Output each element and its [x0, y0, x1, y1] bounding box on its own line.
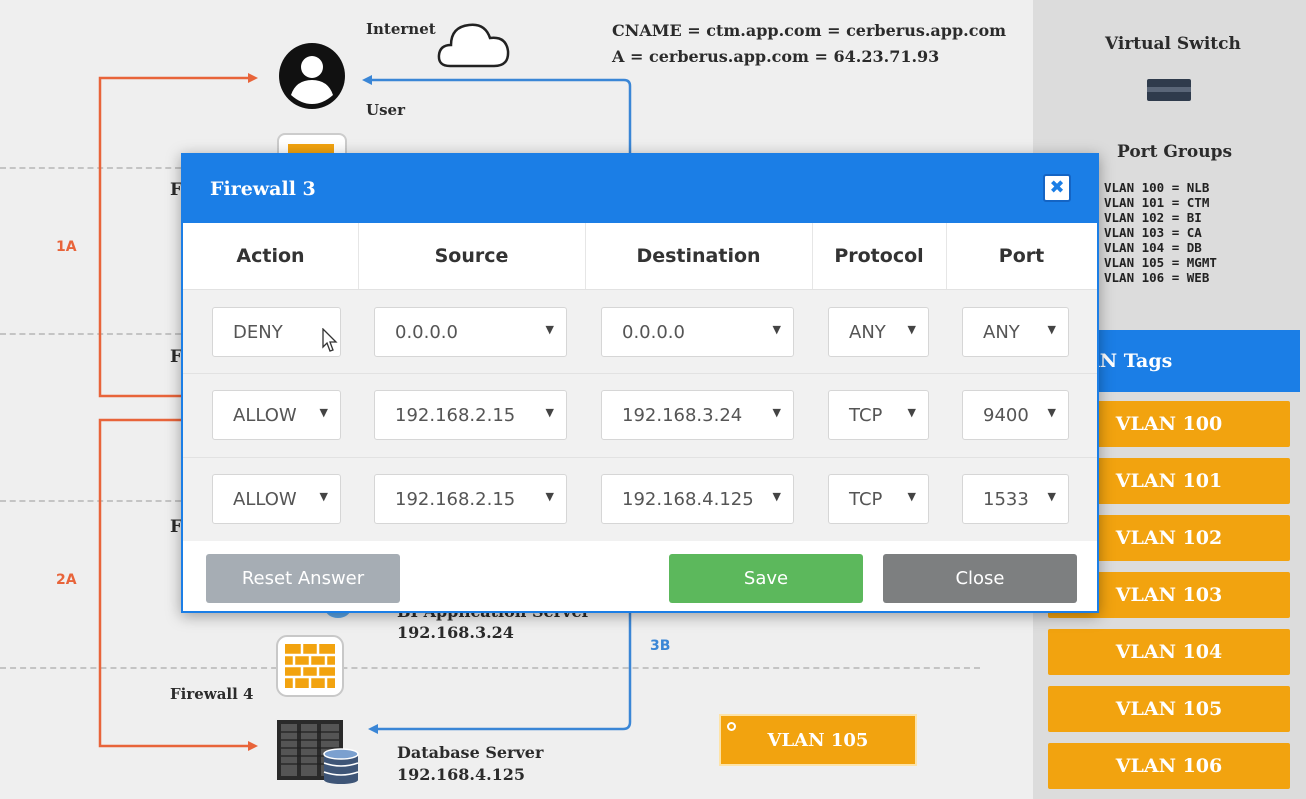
protocol-select[interactable]: TCP ▼: [828, 474, 929, 524]
internet-label: Internet: [366, 20, 436, 38]
table-header-row: Action Source Destination Protocol Port: [183, 223, 1097, 289]
chevron-down-icon: ▼: [907, 406, 916, 419]
reset-answer-button[interactable]: Reset Answer: [206, 554, 400, 603]
assigned-vlan-tag[interactable]: VLAN 105: [719, 714, 917, 766]
vlan-tag-104[interactable]: VLAN 104: [1048, 629, 1290, 675]
column-header-action: Action: [183, 223, 359, 289]
destination-value: 0.0.0.0: [622, 321, 685, 343]
path-label-3b: 3B: [650, 638, 671, 654]
virtual-switch-label: Virtual Switch: [1105, 34, 1241, 54]
column-header-source: Source: [358, 223, 586, 289]
port-value: 9400: [983, 404, 1029, 426]
column-header-destination: Destination: [585, 223, 813, 289]
assigned-vlan-label: VLAN 105: [767, 729, 869, 751]
destination-select[interactable]: 0.0.0.0 ▼: [601, 307, 794, 357]
destination-select[interactable]: 192.168.3.24 ▼: [601, 390, 794, 440]
close-button[interactable]: Close: [883, 554, 1077, 603]
protocol-value: TCP: [849, 404, 883, 426]
chevron-down-icon: ▼: [319, 406, 328, 419]
source-select[interactable]: 192.168.2.15 ▼: [374, 390, 567, 440]
port-select[interactable]: 9400 ▼: [962, 390, 1069, 440]
action-select[interactable]: ALLOW ▼: [212, 474, 341, 524]
cursor-icon: [322, 328, 338, 352]
port-select[interactable]: ANY ▼: [962, 307, 1069, 357]
table-row: ALLOW ▼ 192.168.2.15 ▼ 192.168.3.24 ▼ TCP ▼ …: [183, 373, 1097, 457]
switch-icon: [1147, 79, 1191, 101]
action-value: DENY: [233, 321, 283, 343]
chevron-down-icon: ▼: [907, 490, 916, 503]
chevron-down-icon: ▼: [545, 490, 554, 503]
port-group-item: VLAN 102 = BI: [1104, 210, 1202, 225]
protocol-value: ANY: [849, 321, 886, 343]
source-select[interactable]: 0.0.0.0 ▼: [374, 307, 567, 357]
server-icon: [277, 720, 359, 784]
db-server-ip: 192.168.4.125: [397, 765, 526, 784]
port-group-item: VLAN 101 = CTM: [1104, 195, 1210, 210]
save-button[interactable]: Save: [669, 554, 863, 603]
chevron-down-icon: ▼: [907, 323, 916, 336]
source-select[interactable]: 192.168.2.15 ▼: [374, 474, 567, 524]
dialog-title: Firewall 3: [210, 178, 316, 200]
cloud-icon: [437, 23, 510, 68]
port-value: 1533: [983, 488, 1029, 510]
firewall-icon: [276, 635, 344, 697]
dialog-header: Firewall 3 ✖: [183, 155, 1097, 223]
source-value: 192.168.2.15: [395, 488, 516, 510]
protocol-select[interactable]: ANY ▼: [828, 307, 929, 357]
action-select[interactable]: DENY: [212, 307, 341, 357]
db-server-name: Database Server: [397, 743, 544, 762]
table-row: ALLOW ▼ 192.168.2.15 ▼ 192.168.4.125 ▼ TCP ▼…: [183, 457, 1097, 541]
chevron-down-icon: ▼: [772, 406, 781, 419]
chevron-down-icon: ▼: [1047, 406, 1056, 419]
chevron-down-icon: ▼: [545, 406, 554, 419]
port-group-item: VLAN 100 = NLB: [1104, 180, 1210, 195]
port-group-list: VLAN 100 = NLB VLAN 101 = CTM VLAN 102 =…: [1104, 180, 1217, 285]
close-icon[interactable]: ✖: [1043, 174, 1071, 202]
chevron-down-icon: ▼: [1047, 323, 1056, 336]
dns-a-record-text: A = cerberus.app.com = 64.23.71.93: [612, 47, 940, 66]
chevron-down-icon: ▼: [772, 490, 781, 503]
firewall4-label: Firewall 4: [170, 685, 254, 703]
port-select[interactable]: 1533 ▼: [962, 474, 1069, 524]
action-value: ALLOW: [233, 404, 297, 426]
column-header-port: Port: [998, 245, 1045, 267]
port-group-item: VLAN 106 = WEB: [1104, 270, 1210, 285]
bi-server-ip: 192.168.3.24: [397, 623, 514, 642]
port-group-item: VLAN 103 = CA: [1104, 225, 1202, 240]
action-value: ALLOW: [233, 488, 297, 510]
user-label: User: [366, 101, 405, 119]
database-icon: [323, 748, 359, 784]
destination-value: 192.168.3.24: [622, 404, 743, 426]
action-select[interactable]: ALLOW ▼: [212, 390, 341, 440]
chevron-down-icon: ▼: [1047, 490, 1056, 503]
protocol-value: TCP: [849, 488, 883, 510]
port-group-item: VLAN 105 = MGMT: [1104, 255, 1217, 270]
path-label-1a: 1A: [56, 239, 77, 255]
table-row: DENY 0.0.0.0 ▼ 0.0.0.0 ▼ ANY ▼ ANY ▼: [183, 289, 1097, 373]
port-group-item: VLAN 104 = DB: [1104, 240, 1202, 255]
port-value: ANY: [983, 321, 1020, 343]
chevron-down-icon: ▼: [319, 490, 328, 503]
firewall-rules-dialog: Firewall 3 ✖ Action Source Destination P…: [181, 153, 1099, 613]
tag-pin-icon: [727, 722, 736, 731]
port-groups-label: Port Groups: [1117, 142, 1233, 162]
source-value: 192.168.2.15: [395, 404, 516, 426]
vlan-tag-106[interactable]: VLAN 106: [1048, 743, 1290, 789]
destination-select[interactable]: 192.168.4.125 ▼: [601, 474, 794, 524]
user-icon: [279, 43, 345, 109]
column-header-protocol: Protocol: [812, 223, 947, 289]
chevron-down-icon: ▼: [545, 323, 554, 336]
chevron-down-icon: ▼: [772, 323, 781, 336]
destination-value: 192.168.4.125: [622, 488, 754, 510]
vlan-tag-105[interactable]: VLAN 105: [1048, 686, 1290, 732]
source-value: 0.0.0.0: [395, 321, 458, 343]
dns-cname-text: CNAME = ctm.app.com = cerberus.app.com: [612, 21, 1007, 40]
path-label-2a: 2A: [56, 572, 77, 588]
protocol-select[interactable]: TCP ▼: [828, 390, 929, 440]
